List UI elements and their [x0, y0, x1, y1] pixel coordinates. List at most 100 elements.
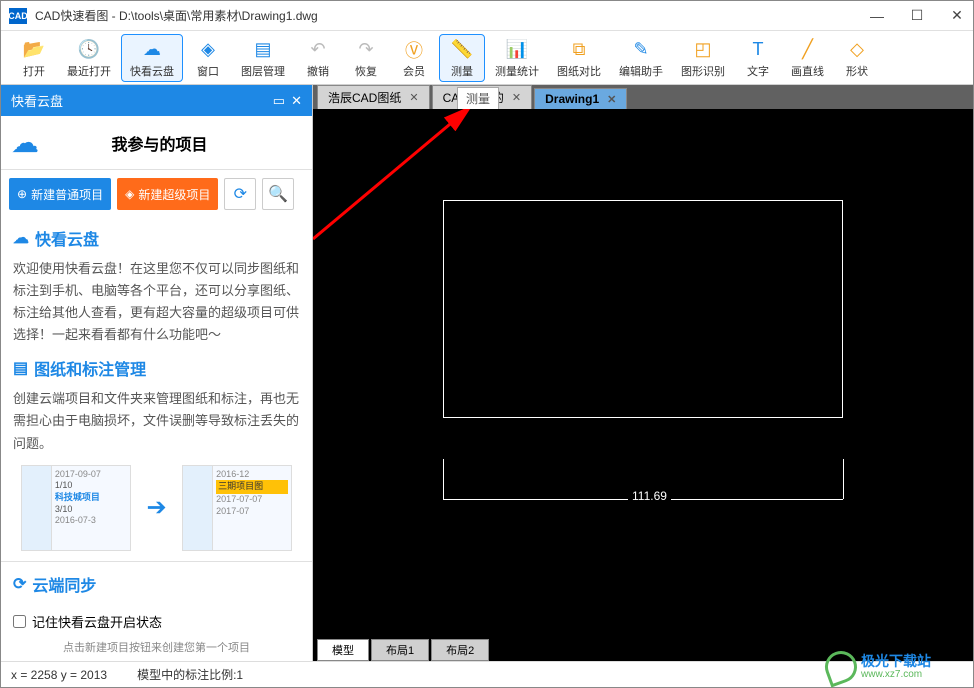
tool-label: 撤销 [307, 63, 329, 79]
close-button[interactable]: ✕ [949, 8, 965, 24]
tool-label: 恢复 [355, 63, 377, 79]
toolbar-btn-7[interactable]: Ⓥ会员 [391, 35, 437, 81]
tool-label: 窗口 [197, 63, 219, 79]
sidebar-header-title: 快看云盘 [11, 91, 63, 110]
tool-icon: ✎ [628, 37, 654, 63]
tool-label: 形状 [846, 63, 868, 79]
example-card-right: 2016-12 三期项目图 2017-07-07 2017-07 [182, 465, 292, 551]
minimize-button[interactable]: — [869, 8, 885, 24]
window-title: CAD快速看图 - D:\tools\桌面\常用素材\Drawing1.dwg [35, 7, 869, 24]
measure-tooltip: 测量 [457, 87, 499, 110]
tool-icon: ☁ [139, 37, 165, 63]
tool-icon: ◈ [195, 37, 221, 63]
tab-close-icon[interactable]: ✕ [607, 93, 616, 106]
canvas[interactable]: 111.69 [313, 109, 973, 639]
tab-close-icon[interactable]: ✕ [409, 91, 418, 104]
toolbar-btn-0[interactable]: 📂打开 [11, 35, 57, 81]
cloud-icon: ☁ [13, 228, 29, 248]
section-sync-title: ⟳云端同步 [13, 572, 300, 596]
tool-label: 会员 [403, 63, 425, 79]
tool-icon: ⧉ [566, 37, 592, 63]
tab-close-icon[interactable]: ✕ [512, 91, 521, 104]
sidebar-title-row: ☁ 我参与的项目 [1, 116, 312, 170]
remember-checkbox-row: 记住快看云盘开启状态 [1, 604, 312, 639]
tool-label: 图纸对比 [557, 63, 601, 79]
tool-icon: 📊 [504, 37, 530, 63]
toolbar-btn-4[interactable]: ▤图层管理 [233, 35, 293, 81]
sidebar-scroll-content: ☁快看云盘 欢迎使用快看云盘！在这里您不仅可以同步图纸和标注到手机、电脑等各个平… [1, 218, 312, 604]
document-tab-bar: 浩辰CAD图纸✕CAD制作的✕Drawing1✕ [313, 85, 973, 109]
layout-tab-0[interactable]: 模型 [317, 639, 369, 661]
hint-text: 点击新建项目按钮来创建您第一个项目 [1, 639, 312, 661]
doc-tab-2[interactable]: Drawing1 ✕ [534, 88, 627, 109]
tool-icon: ◇ [844, 37, 870, 63]
scale-display: 模型中的标注比例:1 [137, 666, 243, 683]
tool-label: 图形识别 [681, 63, 725, 79]
maximize-button[interactable]: ☐ [909, 8, 925, 24]
tool-label: 文字 [747, 63, 769, 79]
toolbar-btn-13[interactable]: T文字 [735, 35, 781, 81]
toolbar-btn-10[interactable]: ⧉图纸对比 [549, 35, 609, 81]
section-manage-desc: 创建云端项目和文件夹来管理图纸和标注，再也无需担心由于电脑损坏，文件误删等导致标… [13, 388, 300, 454]
section-cloud-title: ☁快看云盘 [13, 226, 300, 250]
tool-label: 测量 [451, 63, 473, 79]
section-cloud-desc: 欢迎使用快看云盘！在这里您不仅可以同步图纸和标注到手机、电脑等各个平台，还可以分… [13, 258, 300, 346]
search-button[interactable]: 🔍 [262, 178, 294, 210]
drawing-rectangle [443, 200, 843, 418]
watermark-text: 极光下载站 [861, 654, 931, 669]
dimension-value: 111.69 [628, 489, 671, 503]
layout-tab-1[interactable]: 布局1 [371, 639, 429, 661]
toolbar-btn-2[interactable]: ☁快看云盘 [121, 34, 183, 82]
sidebar-pin-icon[interactable]: ▭ [273, 93, 285, 109]
content-area: 快看云盘 ▭ ✕ ☁ 我参与的项目 ⊕新建普通项目 ◈新建超级项目 ⟳ 🔍 ☁快… [1, 85, 973, 661]
toolbar-btn-8[interactable]: 📏测量 [439, 34, 485, 82]
tool-icon: 📏 [449, 37, 475, 63]
tab-label: Drawing1 [545, 92, 599, 106]
refresh-button[interactable]: ⟳ [224, 178, 256, 210]
toolbar-btn-3[interactable]: ◈窗口 [185, 35, 231, 81]
titlebar: CAD CAD快速看图 - D:\tools\桌面\常用素材\Drawing1.… [1, 1, 973, 31]
toolbar-btn-5[interactable]: ↶撤销 [295, 35, 341, 81]
app-icon: CAD [9, 8, 27, 24]
toolbar-btn-6[interactable]: ↷恢复 [343, 35, 389, 81]
sync-icon: ⟳ [13, 574, 26, 594]
dimension-tick-right [843, 459, 844, 499]
layout-tab-2[interactable]: 布局2 [431, 639, 489, 661]
project-button-row: ⊕ 新建普通项目 ◈新建超级项目 ⟳ 🔍 [1, 170, 312, 218]
toolbar-btn-11[interactable]: ✎编辑助手 [611, 35, 671, 81]
sidebar-main-title: 我参与的项目 [47, 131, 272, 155]
cloud-icon: ☁ [11, 126, 39, 159]
tool-label: 最近打开 [67, 63, 111, 79]
tool-label: 图层管理 [241, 63, 285, 79]
diamond-icon: ◈ [125, 187, 134, 201]
tool-icon: 📂 [21, 37, 47, 63]
remember-checkbox[interactable] [13, 615, 26, 628]
toolbar-btn-12[interactable]: ◰图形识别 [673, 35, 733, 81]
tool-icon: ▤ [250, 37, 276, 63]
tool-icon: ↷ [353, 37, 379, 63]
toolbar-btn-15[interactable]: ◇形状 [834, 35, 880, 81]
new-normal-project-button[interactable]: ⊕ 新建普通项目 [9, 178, 111, 210]
doc-tab-0[interactable]: 浩辰CAD图纸✕ [317, 85, 430, 109]
drawing-area: 浩辰CAD图纸✕CAD制作的✕Drawing1✕ 111.69 模型布局1布局2 [313, 85, 973, 661]
tool-label: 画直线 [791, 63, 824, 79]
toolbar-btn-1[interactable]: 🕓最近打开 [59, 35, 119, 81]
tool-icon: ↶ [305, 37, 331, 63]
toolbar-btn-14[interactable]: ╱画直线 [783, 35, 832, 81]
section-manage-title: ▤图纸和标注管理 [13, 356, 300, 380]
tool-label: 测量统计 [495, 63, 539, 79]
sidebar-header: 快看云盘 ▭ ✕ [1, 85, 312, 116]
plus-icon: ⊕ [17, 187, 27, 201]
tool-icon: ◰ [690, 37, 716, 63]
sidebar-close-icon[interactable]: ✕ [291, 93, 302, 109]
doc-icon: ▤ [13, 358, 28, 378]
tool-icon: ╱ [795, 37, 821, 63]
watermark: 极光下载站 www.xz7.com [825, 650, 970, 684]
tool-label: 编辑助手 [619, 63, 663, 79]
tool-label: 快看云盘 [130, 63, 174, 79]
toolbar-btn-9[interactable]: 📊测量统计 [487, 35, 547, 81]
example-card-left: 2017-09-07 1/10 科技城项目 3/10 2016-07-3 [21, 465, 131, 551]
new-normal-label: 新建普通项目 [31, 186, 103, 203]
tool-icon: 🕓 [76, 37, 102, 63]
new-super-project-button[interactable]: ◈新建超级项目 [117, 178, 218, 210]
